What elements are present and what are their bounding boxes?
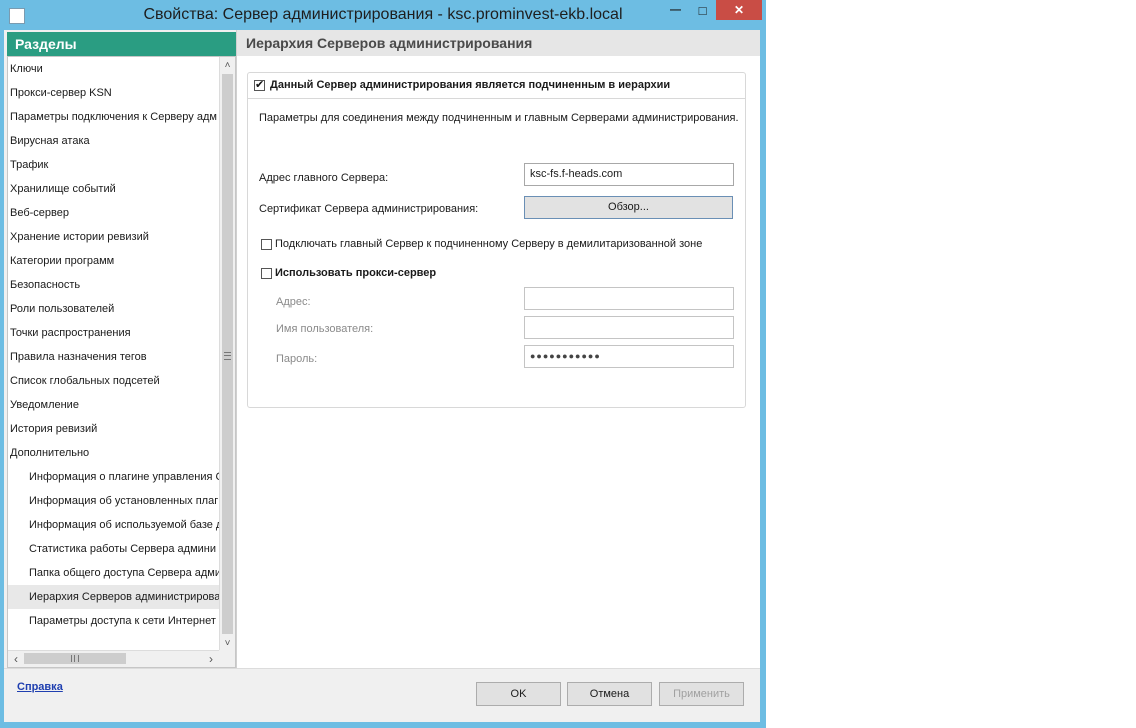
- sidebar-item[interactable]: Роли пользователей: [8, 297, 219, 321]
- sidebar-item[interactable]: Ключи: [8, 57, 219, 81]
- scrollbar-corner: [219, 650, 235, 667]
- sidebar-item[interactable]: Параметры доступа к сети Интернет: [8, 609, 219, 633]
- dialog-client-area: Разделы Ключи Прокси-сервер KSN Параметры …: [4, 30, 760, 722]
- help-link[interactable]: Справка: [17, 681, 63, 693]
- subordinate-checkbox-label[interactable]: Данный Сервер администрирования является…: [270, 79, 670, 91]
- grip-icon: [71, 655, 79, 662]
- maximize-button[interactable]: □: [689, 0, 716, 20]
- sections-list: Ключи Прокси-сервер KSN Параметры подключе…: [8, 57, 219, 651]
- cancel-button[interactable]: Отмена: [567, 682, 652, 706]
- sidebar-item[interactable]: Точки распространения: [8, 321, 219, 345]
- window-bottom-border: [0, 722, 766, 728]
- sidebar-item[interactable]: Хранение истории ревизий: [8, 225, 219, 249]
- horizontal-scrollbar[interactable]: ‹ ›: [8, 650, 219, 667]
- dmz-checkbox-label[interactable]: Подключать главный Сервер к подчиненному…: [275, 238, 702, 250]
- sidebar-item[interactable]: Веб-сервер: [8, 201, 219, 225]
- vertical-scrollbar[interactable]: ˄ ˅: [219, 57, 235, 651]
- chevron-up-icon: ˄: [224, 59, 231, 71]
- close-icon: ✕: [733, 3, 745, 17]
- subordinate-checkbox[interactable]: [254, 78, 265, 91]
- master-address-field[interactable]: ksc-fs.f-heads.com: [524, 163, 734, 186]
- proxy-password-field[interactable]: ●●●●●●●●●●●: [524, 345, 734, 368]
- title-bar[interactable]: Свойства: Сервер администрирования - ksc…: [0, 0, 766, 30]
- sidebar-item[interactable]: Прокси-сервер KSN: [8, 81, 219, 105]
- proxy-address-label: Адрес:: [276, 296, 311, 308]
- vertical-scroll-thumb[interactable]: [222, 74, 233, 634]
- sidebar-item[interactable]: Информация об используемой базе д: [8, 513, 219, 537]
- sidebar-item[interactable]: Параметры подключения к Серверу адм: [8, 105, 219, 129]
- section-header: Иерархия Серверов администрирования: [237, 30, 760, 56]
- sidebar-item[interactable]: Категории программ: [8, 249, 219, 273]
- sidebar-item[interactable]: Трафик: [8, 153, 219, 177]
- master-address-label: Адрес главного Сервера:: [259, 172, 389, 184]
- sidebar-item[interactable]: Уведомление: [8, 393, 219, 417]
- dmz-checkbox[interactable]: [261, 239, 272, 250]
- chevron-left-icon: ‹: [14, 652, 18, 666]
- sidebar-item[interactable]: Правила назначения тегов: [8, 345, 219, 369]
- sections-tree[interactable]: Ключи Прокси-сервер KSN Параметры подключе…: [7, 56, 236, 668]
- chevron-down-icon: ˅: [224, 637, 231, 649]
- scroll-right-button[interactable]: ›: [203, 651, 219, 667]
- sections-header: Разделы: [7, 32, 236, 56]
- proxy-address-field[interactable]: [524, 287, 734, 310]
- maximize-icon: □: [698, 2, 707, 18]
- properties-window: Свойства: Сервер администрирования - ksc…: [0, 0, 766, 728]
- proxy-checkbox-label[interactable]: Использовать прокси-сервер: [275, 267, 436, 279]
- section-title: Иерархия Серверов администрирования: [246, 35, 533, 51]
- horizontal-scroll-thumb[interactable]: [24, 653, 126, 664]
- scroll-up-button[interactable]: ˄: [220, 57, 235, 73]
- sidebar-item[interactable]: История ревизий: [8, 417, 219, 441]
- proxy-user-label: Имя пользователя:: [276, 323, 374, 335]
- connection-description: Параметры для соединения между подчиненн…: [259, 112, 739, 124]
- sidebar-item[interactable]: Вирусная атака: [8, 129, 219, 153]
- proxy-checkbox[interactable]: [261, 268, 272, 279]
- footer-separator: [4, 668, 760, 669]
- ok-button[interactable]: OK: [476, 682, 561, 706]
- minimize-icon: —: [670, 4, 681, 16]
- sidebar-item[interactable]: Безопасность: [8, 273, 219, 297]
- sidebar-item[interactable]: Информация о плагине управления С: [8, 465, 219, 489]
- sidebar-item[interactable]: Дополнительно: [8, 441, 219, 465]
- sidebar-item[interactable]: Список глобальных подсетей: [8, 369, 219, 393]
- group-header: Данный Сервер администрирования является…: [248, 73, 745, 99]
- chevron-right-icon: ›: [209, 652, 213, 666]
- sidebar-item[interactable]: Иерархия Серверов администрирова: [8, 585, 219, 609]
- window-title: Свойства: Сервер администрирования - ksc…: [143, 6, 623, 23]
- certificate-label: Сертификат Сервера администрирования:: [259, 203, 479, 215]
- apply-button[interactable]: Применить: [659, 682, 744, 706]
- sidebar-item[interactable]: Информация об установленных плаги: [8, 489, 219, 513]
- proxy-user-field[interactable]: [524, 316, 734, 339]
- sidebar-item[interactable]: Хранилище событий: [8, 177, 219, 201]
- sidebar-item[interactable]: Статистика работы Сервера админи: [8, 537, 219, 561]
- grip-icon: [224, 352, 231, 360]
- scroll-down-button[interactable]: ˅: [220, 635, 235, 651]
- scroll-left-button[interactable]: ‹: [8, 651, 24, 667]
- minimize-button[interactable]: —: [662, 0, 689, 20]
- sidebar-item[interactable]: Папка общего доступа Сервера адми: [8, 561, 219, 585]
- section-content: Иерархия Серверов администрирования Данн…: [237, 30, 760, 668]
- hierarchy-group: Данный Сервер администрирования является…: [247, 72, 746, 408]
- close-button[interactable]: ✕: [716, 0, 762, 20]
- browse-button[interactable]: Обзор...: [524, 196, 733, 219]
- proxy-password-label: Пароль:: [276, 353, 318, 365]
